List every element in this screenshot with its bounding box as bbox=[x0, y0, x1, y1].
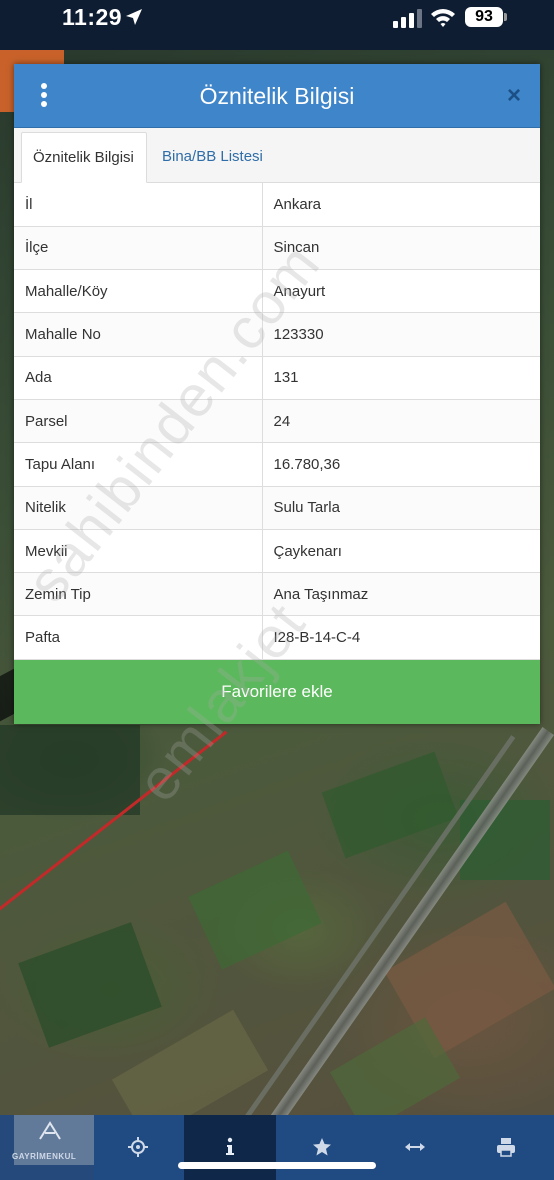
row-key: İl bbox=[14, 183, 263, 227]
info-icon bbox=[226, 1137, 234, 1155]
tab-bar: Öznitelik Bilgisi Bina/BB Listesi bbox=[14, 128, 540, 183]
signal-icon bbox=[393, 9, 422, 28]
home-indicator[interactable] bbox=[178, 1162, 376, 1169]
logo-mark-icon bbox=[39, 1121, 61, 1140]
table-row: Mahalle No 123330 bbox=[14, 312, 540, 357]
row-key: Mahalle/Köy bbox=[14, 269, 263, 314]
row-value: 16.780,36 bbox=[262, 442, 540, 487]
row-key: Pafta bbox=[14, 615, 263, 660]
bottom-toolbar: GAYRİMENKUL bbox=[0, 1115, 554, 1180]
table-row: Mahalle/Köy Anayurt bbox=[14, 269, 540, 314]
measure-icon bbox=[405, 1143, 425, 1151]
locate-button[interactable] bbox=[92, 1115, 184, 1180]
add-to-favorites-button[interactable]: Favorilere ekle bbox=[14, 660, 540, 724]
battery-icon: 93 bbox=[465, 7, 503, 27]
row-value: 131 bbox=[262, 356, 540, 400]
table-row: İlçe Sincan bbox=[14, 226, 540, 271]
print-icon bbox=[497, 1138, 515, 1157]
table-row: Parsel 24 bbox=[14, 399, 540, 444]
row-key: Mevkii bbox=[14, 529, 263, 574]
close-icon[interactable]: × bbox=[500, 82, 528, 110]
tab-building-list[interactable]: Bina/BB Listesi bbox=[151, 132, 274, 183]
row-value: Çaykenarı bbox=[262, 529, 540, 574]
info-button[interactable] bbox=[184, 1115, 276, 1180]
row-key: Nitelik bbox=[14, 486, 263, 530]
row-key: Ada bbox=[14, 356, 263, 400]
table-row: Nitelik Sulu Tarla bbox=[14, 486, 540, 530]
row-value: Sulu Tarla bbox=[262, 486, 540, 530]
row-key: Tapu Alanı bbox=[14, 442, 263, 487]
dialog-header: Öznitelik Bilgisi × bbox=[14, 64, 540, 128]
star-icon bbox=[313, 1138, 331, 1156]
wifi-icon bbox=[431, 9, 455, 27]
row-value: I28-B-14-C-4 bbox=[262, 615, 540, 660]
logo-text: GAYRİMENKUL bbox=[12, 1152, 77, 1161]
location-arrow-icon bbox=[126, 9, 142, 25]
table-row: İl Ankara bbox=[14, 183, 540, 227]
attribute-info-dialog: Öznitelik Bilgisi × Öznitelik Bilgisi Bi… bbox=[14, 64, 540, 724]
dialog-title: Öznitelik Bilgisi bbox=[199, 83, 355, 109]
row-value: 123330 bbox=[262, 312, 540, 357]
attribute-table: İl Ankara İlçe Sincan Mahalle/Köy Anayur… bbox=[14, 183, 540, 660]
row-key: Parsel bbox=[14, 399, 263, 444]
measure-button[interactable] bbox=[368, 1115, 460, 1180]
status-time: 11:29 bbox=[62, 4, 123, 30]
status-bar: 11:29 93 bbox=[0, 0, 554, 40]
row-value: 24 bbox=[262, 399, 540, 444]
favorites-button[interactable] bbox=[276, 1115, 368, 1180]
table-row: Ada 131 bbox=[14, 356, 540, 400]
row-key: İlçe bbox=[14, 226, 263, 271]
row-value: Ankara bbox=[262, 183, 540, 227]
print-button[interactable] bbox=[460, 1115, 552, 1180]
row-value: Ana Taşınmaz bbox=[262, 572, 540, 617]
table-row: Zemin Tip Ana Taşınmaz bbox=[14, 572, 540, 617]
row-value: Sincan bbox=[262, 226, 540, 271]
app-logo: GAYRİMENKUL bbox=[0, 1115, 94, 1180]
table-row: Pafta I28-B-14-C-4 bbox=[14, 615, 540, 660]
table-row: Tapu Alanı 16.780,36 bbox=[14, 442, 540, 487]
row-value: Anayurt bbox=[262, 269, 540, 314]
row-key: Zemin Tip bbox=[14, 572, 263, 617]
row-key: Mahalle No bbox=[14, 312, 263, 357]
battery-cap bbox=[504, 13, 507, 21]
locate-icon bbox=[128, 1137, 148, 1157]
tab-attribute-info[interactable]: Öznitelik Bilgisi bbox=[21, 132, 147, 183]
table-row: Mevkii Çaykenarı bbox=[14, 529, 540, 574]
